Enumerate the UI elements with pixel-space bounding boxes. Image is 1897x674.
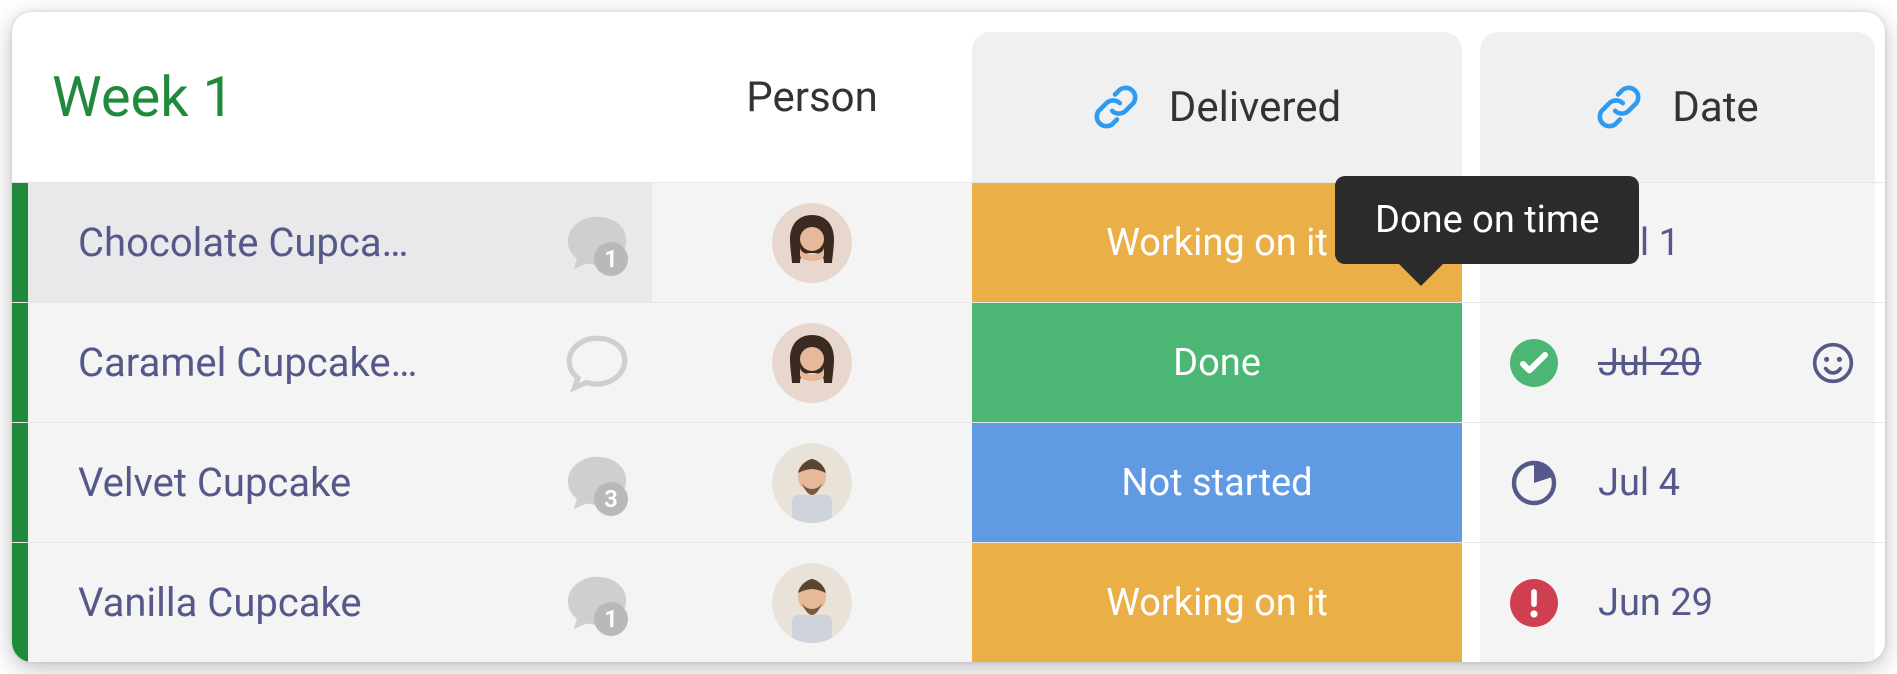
person-cell[interactable] (652, 423, 972, 542)
chat-badge: 3 (594, 482, 628, 516)
date-text: Jul 4 (1598, 461, 1680, 505)
date-cell[interactable]: Jun 29 (1480, 543, 1875, 662)
table-row[interactable]: Vanilla Cupcake 1 Working on it Jun 29 (12, 542, 1885, 662)
row-name-cell[interactable]: Velvet Cupcake 3 (28, 423, 652, 542)
date-cell[interactable]: Jul 4 (1480, 423, 1875, 542)
avatar[interactable] (772, 563, 852, 643)
chat-badge: 1 (594, 242, 628, 276)
clock-icon (1510, 459, 1558, 507)
row-name[interactable]: Vanilla Cupcake (78, 579, 478, 626)
row-name-cell[interactable]: Caramel Cupcake… (28, 303, 652, 422)
chat-icon[interactable]: 1 (562, 208, 632, 278)
status-cell[interactable]: Working on it (972, 543, 1462, 662)
row-color-stripe (12, 303, 28, 422)
status-cell[interactable]: Not started (972, 423, 1462, 542)
group-header-row: Week 1 Person Delivered Date (12, 12, 1885, 182)
avatar[interactable] (772, 443, 852, 523)
chat-badge: 1 (594, 602, 628, 636)
table-row[interactable]: Velvet Cupcake 3 Not started Jul 4 (12, 422, 1885, 542)
date-text: Jun 29 (1598, 581, 1713, 625)
date-cell[interactable]: Jul 20 (1480, 303, 1875, 422)
board-group: Week 1 Person Delivered Date Done on tim… (12, 12, 1885, 662)
avatar[interactable] (772, 203, 852, 283)
chat-icon[interactable]: 1 (562, 568, 632, 638)
person-cell[interactable] (652, 183, 972, 302)
row-name[interactable]: Velvet Cupcake (78, 459, 478, 506)
row-color-stripe (12, 183, 28, 302)
smiley-icon[interactable] (1811, 341, 1855, 385)
link-icon (1596, 84, 1642, 130)
column-header-date-label: Date (1672, 83, 1758, 132)
chat-icon[interactable]: 3 (562, 448, 632, 518)
row-name[interactable]: Caramel Cupcake… (78, 339, 478, 386)
column-header-delivered-label: Delivered (1169, 83, 1341, 132)
person-cell[interactable] (652, 543, 972, 662)
chat-icon[interactable] (562, 328, 632, 398)
check-icon (1510, 339, 1558, 387)
alert-icon (1510, 579, 1558, 627)
person-cell[interactable] (652, 303, 972, 422)
status-cell[interactable]: Done (972, 303, 1462, 422)
row-color-stripe (12, 543, 28, 662)
link-icon (1093, 84, 1139, 130)
avatar[interactable] (772, 323, 852, 403)
column-header-date[interactable]: Date (1480, 32, 1875, 182)
column-header-delivered[interactable]: Delivered (972, 32, 1462, 182)
date-text: Jul 20 (1598, 341, 1701, 385)
table-row[interactable]: Caramel Cupcake… Done Jul 20 (12, 302, 1885, 422)
row-name[interactable]: Chocolate Cupca… (78, 219, 478, 266)
column-header-person[interactable]: Person (652, 73, 972, 122)
group-title[interactable]: Week 1 (52, 64, 652, 130)
row-color-stripe (12, 423, 28, 542)
row-name-cell[interactable]: Chocolate Cupca… 1 (28, 183, 652, 302)
tooltip-done-on-time: Done on time (1335, 176, 1639, 264)
row-name-cell[interactable]: Vanilla Cupcake 1 (28, 543, 652, 662)
